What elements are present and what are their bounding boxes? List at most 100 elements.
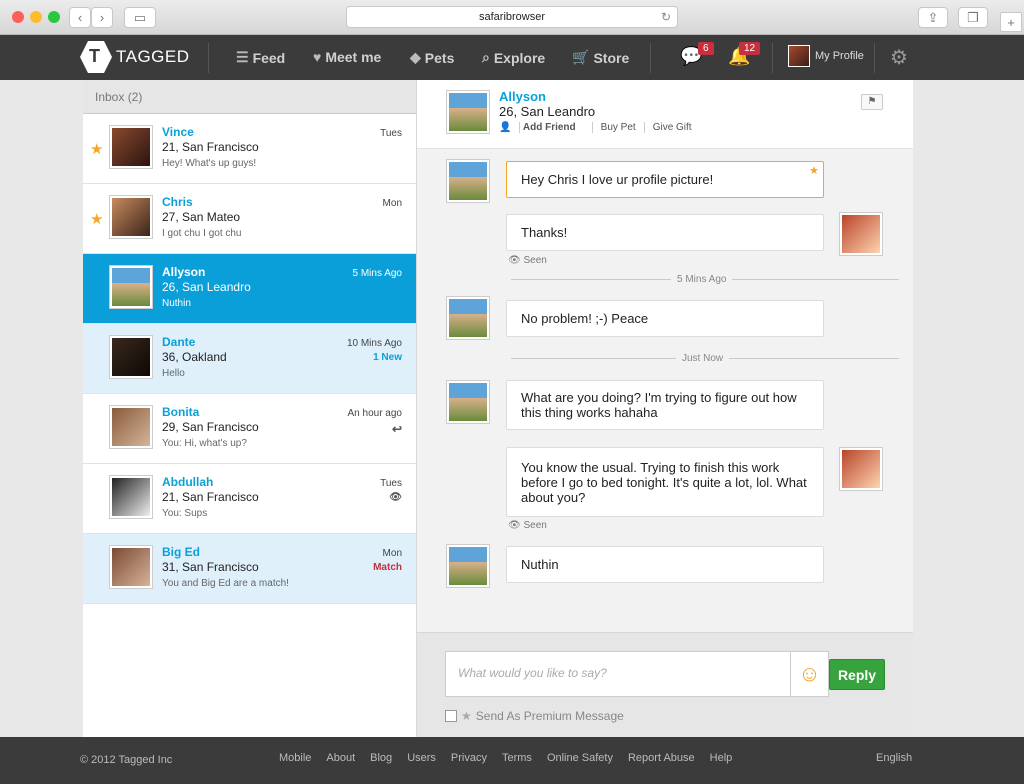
avatar — [110, 476, 152, 518]
nav-explore[interactable]: ⌕ Explore — [482, 49, 545, 66]
nav-pets[interactable]: ◆ Pets — [410, 49, 454, 66]
close-window-button[interactable] — [12, 11, 24, 23]
footer-link-about[interactable]: About — [326, 752, 355, 764]
footer: © 2012 Tagged Inc Mobile About Blog User… — [0, 737, 1024, 784]
buy-pet-link[interactable]: Buy Pet — [601, 122, 645, 133]
avatar — [110, 126, 152, 168]
add-user-icon: 👤 — [499, 122, 521, 133]
chat-contact-name[interactable]: Allyson — [499, 89, 546, 104]
smiley-icon: ☺ — [798, 661, 821, 686]
top-navigation: TAGGED ☰Feed ♥Meet me ◆Pets ⌕Explore 🛒St… — [0, 35, 1024, 80]
share-button[interactable]: ⇪ — [918, 7, 948, 28]
conversation-name: Vince — [162, 125, 194, 139]
give-gift-link[interactable]: Give Gift — [653, 122, 700, 133]
premium-checkbox[interactable] — [445, 710, 457, 722]
add-friend-link[interactable]: 👤 Add Friend — [499, 122, 593, 133]
search-icon: ⌕ — [482, 49, 490, 65]
footer-link-blog[interactable]: Blog — [370, 752, 392, 764]
reply-button[interactable]: Reply — [829, 659, 885, 690]
conversation-item[interactable]: ★ Vince 21, San Francisco Hey! What's up… — [83, 114, 416, 184]
nav-divider — [874, 43, 875, 73]
minimize-window-button[interactable] — [30, 11, 42, 23]
conversation-item[interactable]: Bonita 29, San Francisco You: Hi, what's… — [83, 394, 416, 464]
conversation-time: Tues — [380, 128, 402, 139]
message-composer: What would you like to say? ☺ Reply ★ Se… — [417, 632, 913, 737]
footer-link-online-safety[interactable]: Online Safety — [547, 752, 613, 764]
premium-message-option[interactable]: ★ Send As Premium Message — [445, 709, 624, 723]
cart-icon: 🛒 — [572, 49, 590, 65]
conversation-item[interactable]: Big Ed 31, San Francisco You and Big Ed … — [83, 534, 416, 604]
message-text: Hey Chris I love ur profile picture! — [521, 172, 714, 187]
tagged-logo[interactable]: TAGGED — [80, 41, 190, 73]
star-icon[interactable]: ★ — [809, 164, 819, 179]
address-bar[interactable]: safaribrowser ↻ — [346, 6, 678, 28]
premium-label: Send As Premium Message — [475, 709, 624, 723]
time-divider-label: 5 Mins Ago — [671, 274, 733, 285]
conversation-time: Tues — [380, 478, 402, 489]
avatar[interactable] — [447, 91, 489, 133]
add-friend-label: Add Friend — [522, 122, 576, 133]
avatar — [447, 381, 489, 423]
flag-button[interactable]: ⚑ — [861, 94, 883, 110]
new-count-badge: 1 New — [373, 352, 402, 363]
flag-icon: ⚑ — [867, 96, 877, 107]
conversation-info: 21, San Francisco — [162, 140, 259, 154]
message-bubble: Nuthin — [506, 546, 824, 583]
conversation-time: 5 Mins Ago — [352, 268, 402, 279]
footer-link-mobile[interactable]: Mobile — [279, 752, 311, 764]
conversation-info: 21, San Francisco — [162, 490, 259, 504]
star-icon[interactable]: ★ — [90, 210, 103, 228]
star-icon: ★ — [461, 709, 472, 723]
star-icon[interactable]: ★ — [90, 140, 103, 158]
seen-indicator: 👁 Seen — [508, 520, 547, 531]
browser-chrome: ‹ › ▭ safaribrowser ↻ ⇪ ❐ + — [0, 0, 1024, 35]
avatar — [110, 406, 152, 448]
gear-icon[interactable]: ⚙ — [890, 45, 908, 70]
chat-contact-info: 26, San Leandro — [499, 104, 596, 119]
footer-link-privacy[interactable]: Privacy — [451, 752, 487, 764]
nav-meetme[interactable]: ♥ Meet me — [313, 49, 381, 65]
conversation-name: Big Ed — [162, 545, 200, 559]
nav-meetme-label: Meet me — [325, 49, 382, 65]
new-tab-button[interactable]: + — [1000, 12, 1022, 32]
footer-link-report-abuse[interactable]: Report Abuse — [628, 752, 695, 764]
conversation-item[interactable]: Dante 36, Oakland Hello 10 Mins Ago 1 Ne… — [83, 324, 416, 394]
conversation-item[interactable]: ★ Chris 27, San Mateo I got chu I got ch… — [83, 184, 416, 254]
conversation-preview: You and Big Ed are a match! — [162, 578, 289, 589]
conversation-time: 10 Mins Ago — [346, 338, 402, 349]
conversation-preview: You: Sups — [162, 508, 208, 519]
eye-icon: 👁 — [508, 255, 521, 266]
time-divider-label: Just Now — [676, 353, 730, 364]
sidebar-button[interactable]: ▭ — [124, 7, 156, 28]
message-bubble: What are you doing? I'm trying to figure… — [506, 380, 824, 430]
message-text: No problem! ;-) Peace — [521, 311, 649, 326]
avatar — [447, 545, 489, 587]
forward-button[interactable]: › — [91, 7, 113, 28]
tabs-button[interactable]: ❐ — [958, 7, 988, 28]
conversation-name: Allyson — [162, 265, 206, 279]
tag-icon: ◆ — [410, 49, 421, 65]
sidebar-icon: ▭ — [133, 9, 147, 25]
footer-link-terms[interactable]: Terms — [502, 752, 532, 764]
my-profile-link[interactable]: My Profile — [788, 45, 864, 67]
conversation-item[interactable]: Abdullah 21, San Francisco You: Sups Tue… — [83, 464, 416, 534]
zoom-window-button[interactable] — [48, 11, 60, 23]
conversation-time: An hour ago — [347, 408, 403, 419]
footer-link-help[interactable]: Help — [710, 752, 733, 764]
footer-link-users[interactable]: Users — [407, 752, 436, 764]
language-selector[interactable]: English — [876, 752, 912, 764]
emoji-button[interactable]: ☺ — [791, 651, 829, 697]
nav-store[interactable]: 🛒 Store — [572, 49, 629, 66]
nav-feed[interactable]: ☰ Feed — [236, 49, 285, 66]
nav-pets-label: Pets — [424, 49, 455, 66]
message-bubble: No problem! ;-) Peace — [506, 300, 824, 337]
conversation-item-selected[interactable]: Allyson 26, San Leandro Nuthin 5 Mins Ag… — [83, 254, 416, 324]
message-input[interactable]: What would you like to say? — [445, 651, 791, 697]
main-content: Inbox (2) ★ Vince 21, San Francisco Hey!… — [83, 80, 913, 737]
my-profile-label: My Profile — [815, 50, 864, 62]
back-button[interactable]: ‹ — [69, 7, 91, 28]
conversation-time: Mon — [382, 548, 402, 559]
conversation-preview: You: Hi, what's up? — [162, 438, 247, 449]
reload-icon[interactable]: ↻ — [661, 10, 671, 24]
nav-store-label: Store — [593, 49, 630, 66]
